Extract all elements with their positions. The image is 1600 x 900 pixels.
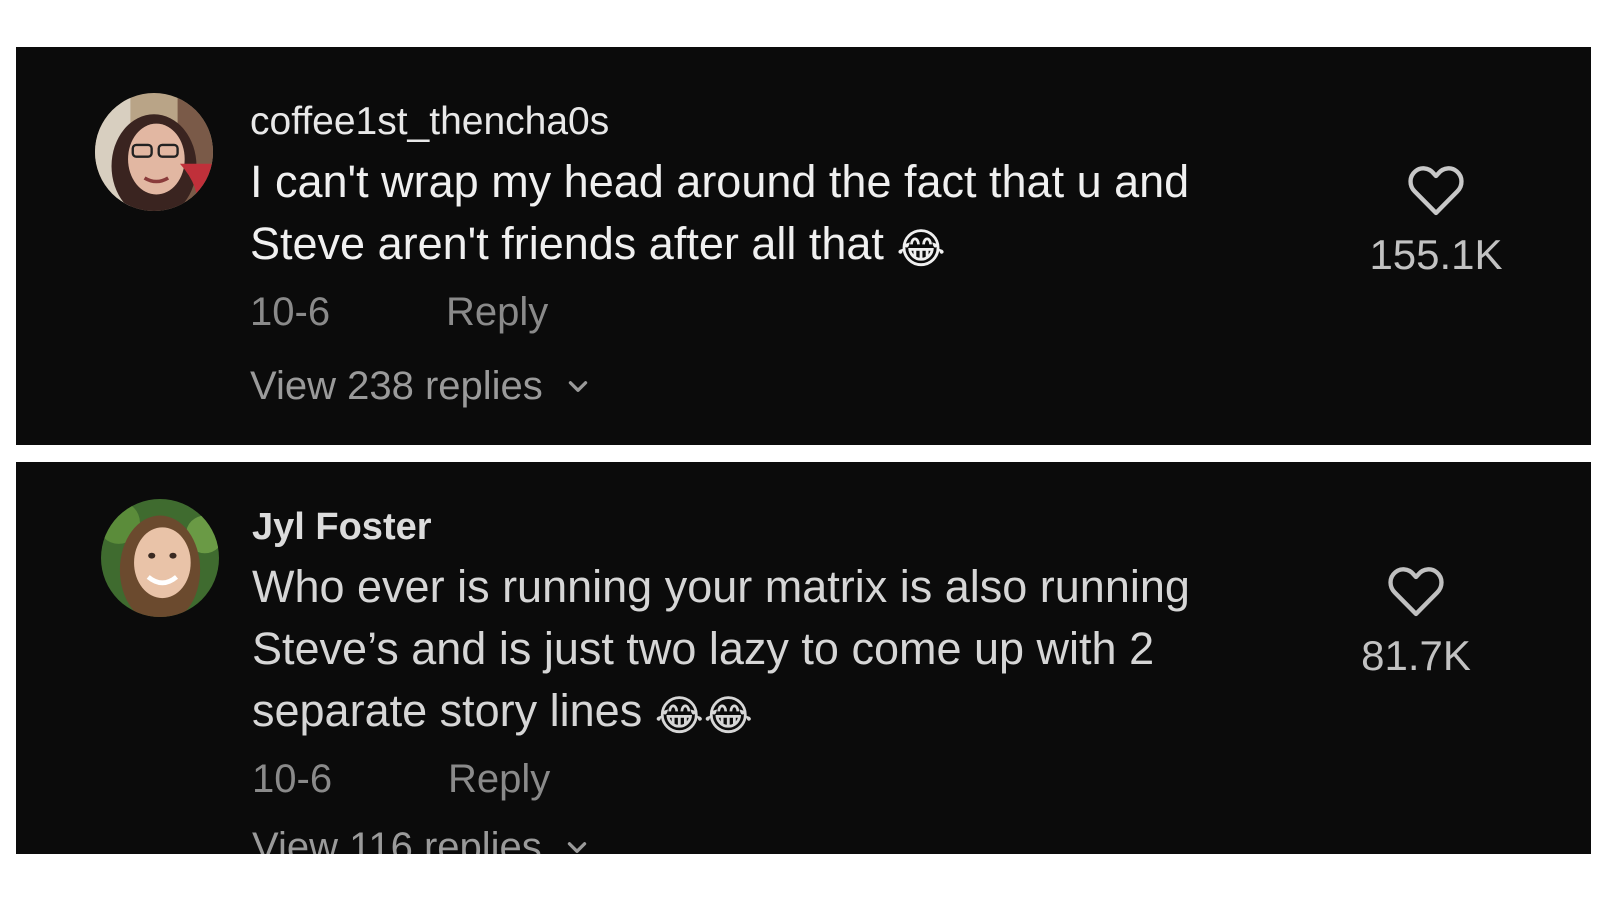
comment-body: coffee1st_thencha0s I can't wrap my head… xyxy=(250,99,1310,409)
like-button[interactable]: 81.7K xyxy=(1336,564,1496,680)
like-count: 155.1K xyxy=(1369,231,1503,278)
reply-button[interactable]: Reply xyxy=(448,756,550,802)
view-replies-button[interactable]: View 116 replies xyxy=(252,824,1312,854)
view-replies-label: View 238 replies xyxy=(250,364,543,408)
reply-button[interactable]: Reply xyxy=(446,289,548,335)
comment-text: I can't wrap my head around the fact tha… xyxy=(250,151,1310,275)
like-button[interactable]: 155.1K xyxy=(1346,163,1526,279)
view-replies-button[interactable]: View 238 replies xyxy=(250,363,1310,409)
chevron-down-icon xyxy=(567,842,587,853)
comment-card: coffee1st_thencha0s I can't wrap my head… xyxy=(16,47,1591,445)
view-replies-label: View 116 replies xyxy=(252,825,542,854)
laughing-emoji-icon: 😂😂 xyxy=(654,692,753,739)
user-avatar[interactable] xyxy=(95,93,213,211)
user-avatar[interactable] xyxy=(101,499,219,617)
comment-username[interactable]: Jyl Foster xyxy=(252,504,1312,550)
heart-outline-icon xyxy=(1408,166,1464,216)
comment-username[interactable]: coffee1st_thencha0s xyxy=(250,99,1310,145)
avatar-photo xyxy=(95,93,213,211)
laughing-emoji-icon: 😂 xyxy=(896,225,946,272)
comment-date: 10-6 xyxy=(252,757,333,801)
avatar-photo xyxy=(101,499,219,617)
comment-card: Jyl Foster Who ever is running your matr… xyxy=(16,462,1591,854)
comment-text-content: I can't wrap my head around the fact tha… xyxy=(250,156,1190,269)
comment-body: Jyl Foster Who ever is running your matr… xyxy=(252,504,1312,854)
comment-meta: 10-6 Reply xyxy=(250,289,1310,335)
chevron-down-icon xyxy=(568,381,587,392)
like-count: 81.7K xyxy=(1361,632,1471,679)
comment-date: 10-6 xyxy=(250,290,331,334)
heart-outline-icon xyxy=(1388,567,1444,617)
comment-text: Who ever is running your matrix is also … xyxy=(252,556,1312,742)
comment-meta: 10-6 Reply xyxy=(252,756,1312,802)
